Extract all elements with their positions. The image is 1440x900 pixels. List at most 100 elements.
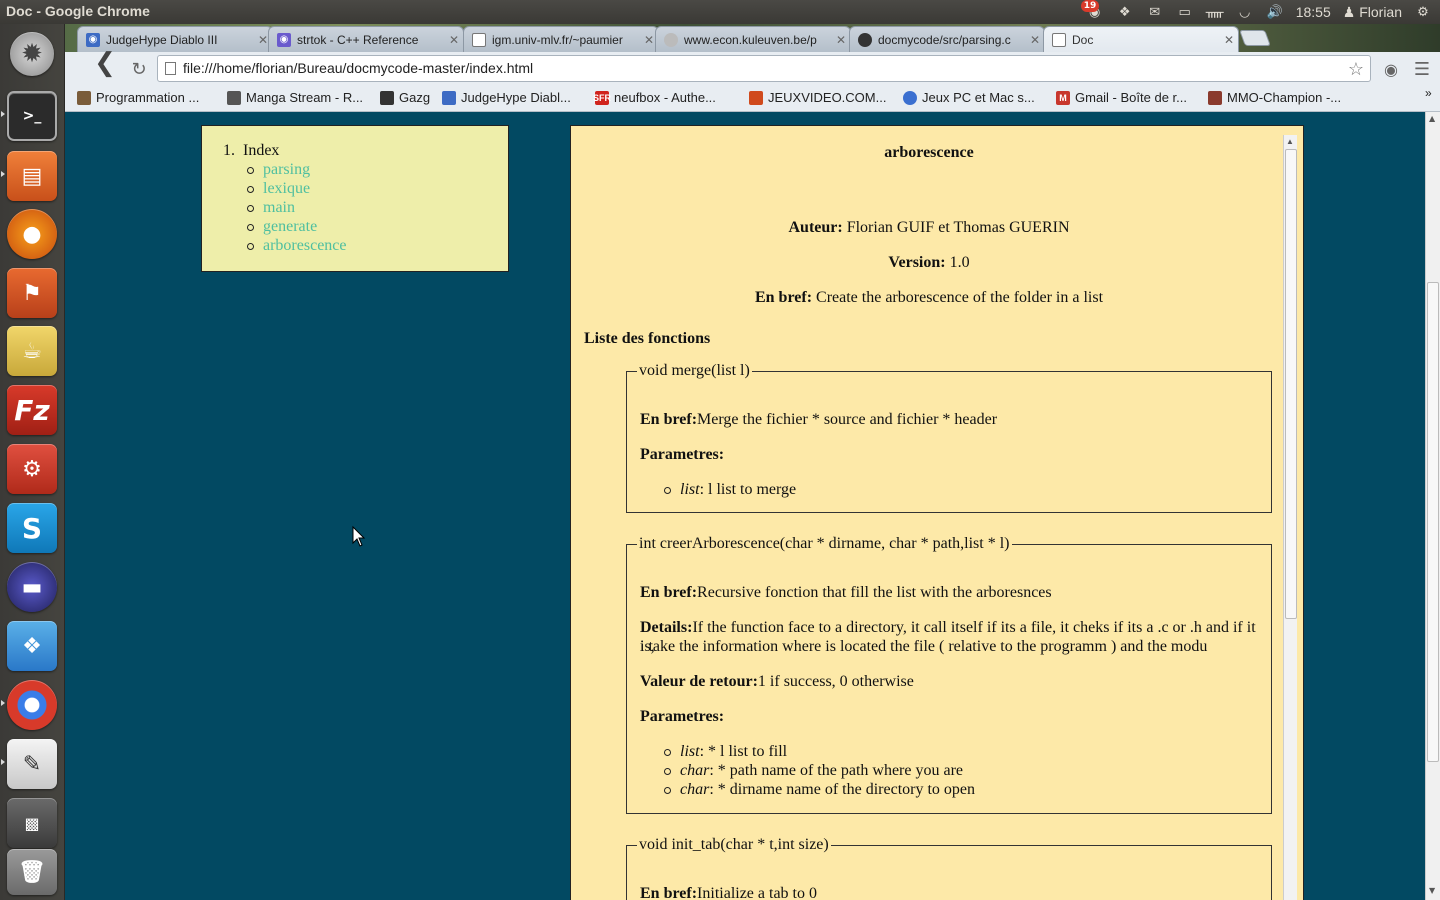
brief-label: En bref: (754, 289, 813, 306)
text-editor-icon[interactable]: ✎ (7, 739, 57, 789)
param-desc: : l list to merge (699, 481, 797, 498)
nav-link-main[interactable]: main (263, 199, 295, 216)
tab-favicon-icon: ◉ (86, 32, 100, 47)
tab-active[interactable]: Doc ✕ (1043, 26, 1239, 52)
nav-link-arborescence[interactable]: arborescence (263, 237, 347, 254)
reload-button[interactable]: ↻ (128, 59, 150, 81)
author-label: Auteur: (788, 219, 843, 236)
wifi-icon[interactable]: ◡ (1236, 3, 1254, 21)
bookmark-item[interactable]: M Gmail - Boîte de r... (1056, 90, 1187, 105)
function-return: Valeur de retour:1 if success, 0 otherwi… (640, 672, 1260, 691)
brief-label: En bref: (640, 885, 698, 900)
tab-label: igm.univ-mlv.fr/~paumier (492, 32, 623, 47)
function-signature: void init_tab(char * t,int size) (639, 836, 829, 853)
bookmark-item[interactable]: SFR neufbox - Authe... (593, 90, 716, 105)
param-desc: : * l list to fill (699, 743, 788, 760)
bookmark-favicon-icon (442, 90, 456, 105)
volume-icon[interactable]: 🔊 (1266, 3, 1284, 21)
workspace-switcher-icon[interactable]: ▩ (7, 798, 57, 848)
nav-item: lexique (247, 179, 347, 198)
page-scrollbar[interactable]: ▲ ▼ (1425, 112, 1440, 900)
bookmark-item[interactable]: JEUXVIDEO.COM... (749, 90, 886, 105)
nav-link-generate[interactable]: generate (263, 218, 317, 235)
content-scrollbar[interactable]: ▲ (1283, 135, 1297, 900)
bookmark-favicon-icon (77, 90, 91, 105)
param-desc: : * path name of the path where you are (709, 762, 964, 779)
bookmark-item[interactable]: Programmation ... (77, 90, 199, 105)
doc-title: arborescence (884, 144, 974, 161)
eclipse-icon[interactable]: ▬ (7, 562, 57, 612)
page-icon (165, 62, 176, 75)
page-icon (1052, 32, 1066, 47)
scroll-up-icon[interactable]: ▲ (1429, 114, 1435, 123)
tab[interactable]: igm.univ-mlv.fr/~paumier ✕ (463, 26, 659, 52)
brief-value: Create the arborescence of the folder in… (816, 289, 1104, 306)
param-item: list: * l list to fill (663, 742, 975, 761)
bookmark-item[interactable]: MMO-Champion -... (1208, 90, 1341, 105)
param-name: char (680, 781, 710, 798)
param-desc: : * dirname name of the directory to ope… (709, 781, 976, 798)
bookmark-item[interactable]: Manga Stream - R... (227, 90, 363, 105)
brief-text: Recursive fonction that fill the list wi… (697, 584, 1052, 601)
dropbox-icon[interactable]: ❖ (1116, 3, 1134, 21)
bookmark-item[interactable]: Jeux PC et Mac s... (903, 90, 1035, 105)
bluetooth-icon[interactable]: ᚅ (1206, 3, 1224, 21)
tab[interactable]: docmycode/src/parsing.c ✕ (849, 26, 1045, 52)
tab[interactable]: www.econ.kuleuven.be/p ✕ (655, 26, 851, 52)
tab-close-icon[interactable]: ✕ (1220, 33, 1238, 47)
extension-icon[interactable]: ◉ (1380, 59, 1402, 81)
clock[interactable]: 18:55 (1296, 4, 1331, 20)
software-center-icon[interactable]: ⚑ (7, 268, 57, 318)
bookmark-item[interactable]: Gazg (380, 90, 430, 105)
files-icon[interactable]: ▤ (7, 151, 57, 201)
function-brief: En bref:Initialize a tab to 0 (640, 884, 1260, 900)
tab-close-icon[interactable]: ✕ (445, 33, 463, 47)
skype-icon[interactable]: S (7, 503, 57, 553)
tab-strip: ◉ JudgeHype Diablo III ✕ ◉ strtok - C++ … (65, 24, 1440, 52)
version-label: Version: (888, 254, 946, 271)
nav-item: arborescence (247, 236, 347, 255)
new-tab-button[interactable] (1239, 30, 1271, 46)
battery-icon[interactable]: ▭ (1176, 3, 1194, 21)
dropbox-launcher-icon[interactable]: ❖ (7, 621, 57, 671)
dash-home-icon[interactable]: ✹ (10, 32, 54, 76)
filezilla-icon[interactable]: Fz (7, 385, 57, 435)
bookmark-label: JudgeHype Diabl... (461, 90, 571, 105)
chrome-icon[interactable] (7, 680, 57, 730)
tab-close-icon[interactable]: ✕ (1026, 33, 1044, 47)
function-signature: int creerArborescence(char * dirname, ch… (639, 535, 1010, 552)
bookmark-star-icon[interactable]: ☆ (1348, 57, 1364, 82)
mail-icon[interactable]: ✉ (1146, 3, 1164, 21)
gear-icon[interactable]: ⚙ (1414, 3, 1432, 21)
user-menu[interactable]: ♟ Florian (1343, 4, 1402, 21)
bookmark-label: MMO-Champion -... (1227, 90, 1342, 105)
bookmarks-overflow-icon[interactable]: » (1425, 86, 1432, 100)
mouse-cursor-icon (352, 525, 366, 547)
bookmark-label: Manga Stream - R... (246, 90, 364, 105)
nav-link-lexique[interactable]: lexique (263, 180, 310, 197)
bookmarks-bar: Programmation ... Manga Stream - R... Ga… (65, 86, 1440, 112)
address-bar[interactable]: file:///home/florian/Bureau/docmycode-ma… (157, 55, 1371, 82)
back-button[interactable]: ❮ (75, 50, 135, 76)
trash-icon[interactable]: 🗑 (7, 849, 57, 895)
bookmark-favicon-icon (1208, 90, 1222, 105)
tab-label: Doc (1072, 32, 1094, 47)
content-scroll-thumb[interactable] (1285, 149, 1297, 619)
scroll-up-icon[interactable]: ▲ (1286, 137, 1294, 146)
running-indicator (1, 700, 5, 706)
page-scroll-thumb[interactable] (1427, 282, 1439, 762)
settings-icon[interactable]: ⚙ (7, 444, 57, 494)
menu-icon[interactable]: ☰ (1411, 59, 1433, 81)
bookmark-item[interactable]: JudgeHype Diabl... (442, 90, 571, 105)
teapot-icon[interactable]: ☕ (7, 326, 57, 376)
tab[interactable]: ◉ strtok - C++ Reference ✕ (268, 26, 464, 52)
scroll-down-icon[interactable]: ▼ (1429, 886, 1435, 895)
notification-icon[interactable]: ◉ 19 (1080, 0, 1104, 21)
firefox-icon[interactable]: ● (7, 209, 57, 259)
terminal-icon[interactable]: >_ (7, 91, 57, 141)
function-brief: En bref:Recursive fonction that fill the… (640, 583, 1260, 602)
nav-link-parsing[interactable]: parsing (263, 161, 310, 178)
param-name: list (680, 481, 700, 498)
tab-close-icon[interactable]: ✕ (832, 33, 850, 47)
version-value: 1.0 (949, 254, 970, 271)
